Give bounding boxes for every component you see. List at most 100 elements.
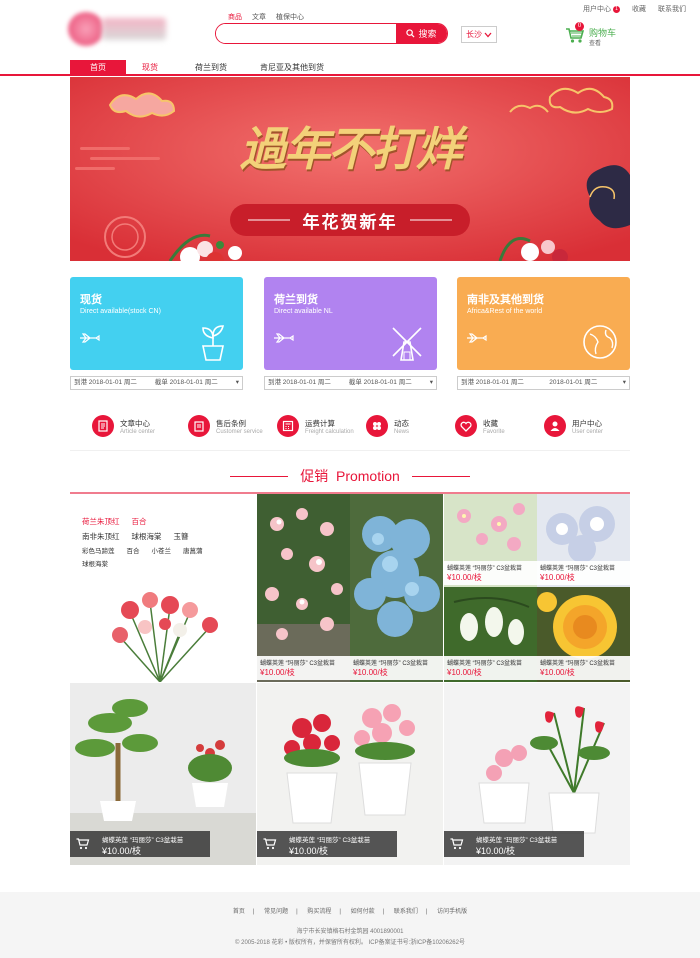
promo-tag[interactable]: 小苍兰	[152, 548, 172, 555]
product-tile-money-tree[interactable]: 蝴蝶英莲 “玛丽莎” C3盆栽苗 ¥10.00/枝	[70, 683, 256, 865]
product-tile-yellow-rose[interactable]: 蝴蝶英莲 “玛丽莎” C3盆栽苗 ¥10.00/枝	[537, 587, 630, 682]
scope-tab-plant-care[interactable]: 植保中心	[276, 12, 304, 22]
footer-link-contact[interactable]: 联系我们	[394, 909, 418, 915]
promo-tag[interactable]: 唐菖蒲	[183, 548, 203, 555]
rose-bush-image	[257, 494, 350, 682]
product-tile-rose-bush[interactable]: 蝴蝶英莲 “玛丽莎” C3盆栽苗 ¥10.00/枝	[257, 494, 350, 682]
favorites-link[interactable]: 收藏	[632, 4, 646, 14]
nav-in-stock[interactable]: 现货	[130, 60, 170, 76]
search-button[interactable]: 搜索	[396, 24, 447, 43]
footer-link-purchase[interactable]: 购买流程	[307, 909, 331, 915]
footer-link-mobile[interactable]: 访问手机版	[437, 909, 467, 915]
footer-copyright: © 2005-2018 花彩 • 版权所有，并保留所有权利。 ICP备案证书号:…	[235, 940, 465, 946]
user-icon	[544, 415, 566, 437]
city-selector[interactable]: 长沙	[461, 26, 497, 43]
product-caption: 蝴蝶英莲 “玛丽莎” C3盆栽苗 ¥10.00/枝	[444, 831, 584, 857]
airplane-icon	[274, 333, 294, 343]
search-bar: 搜索	[215, 23, 448, 44]
nav-kenya-others[interactable]: 肯尼亚及其他到货	[252, 60, 332, 76]
product-tile-pink-blossom[interactable]: 蝴蝶英莲 “玛丽莎” C3盆栽苗 ¥10.00/枝	[444, 494, 537, 587]
document-icon	[92, 415, 114, 437]
hero-banner[interactable]: 過年不打烊 年花贺新年	[70, 77, 630, 261]
quick-links: 文章中心 Article center 售后条例 Customer service …	[70, 405, 630, 451]
product-caption: 蝴蝶英莲 “玛丽莎” C3盆栽苗 ¥10.00/枝	[537, 656, 630, 680]
shopping-cart-icon[interactable]	[263, 838, 277, 850]
search-input[interactable]	[216, 24, 396, 43]
product-caption: 蝴蝶英莲 “玛丽莎” C3盆栽苗 ¥10.00/枝	[257, 831, 397, 857]
promo-tag[interactable]: 百合	[127, 548, 140, 555]
divider	[230, 476, 288, 477]
date-select-africa[interactable]: 到港 2018-01-01 周二 2018-01-01 周二 ▾	[457, 376, 630, 390]
top-right-links: 用户中心 1 收藏 联系我们	[583, 4, 686, 14]
promo-tag[interactable]: 球根海棠	[82, 561, 108, 568]
quick-link-news[interactable]: 动态 News	[366, 415, 409, 437]
cart-count-badge: 0	[575, 22, 584, 31]
product-tile-anthurium[interactable]: 蝴蝶英莲 “玛丽莎” C3盆栽苗 ¥10.00/枝	[444, 683, 630, 865]
promo-tag[interactable]: 荷兰朱顶红	[82, 517, 120, 526]
promo-tag[interactable]: 彩色马蹄莲	[82, 548, 115, 555]
banner-headline: 過年不打烊	[240, 122, 462, 176]
shopping-cart-icon[interactable]	[76, 838, 90, 850]
quick-link-user-center[interactable]: 用户中心 User center	[544, 415, 603, 437]
caret-down-icon: ▾	[235, 379, 239, 386]
footer-address: 海宁市长安镇格石村金筑园 4001890001	[296, 929, 404, 935]
airplane-icon	[467, 333, 487, 343]
notification-badge: 1	[613, 5, 620, 13]
promo-tag[interactable]: 玉簪	[174, 532, 189, 541]
carnation-bouquet-image	[112, 592, 218, 682]
promo-tag[interactable]: 百合	[132, 517, 147, 526]
category-cards: 现货 Direct available(stock CN) 荷兰到货 Direc…	[70, 277, 630, 390]
footer: 首页 | 常见问题 | 购买流程 | 如何付款 | 联系我们 | 访问手机版 海宁市长安镇…	[0, 892, 700, 958]
service-icon	[188, 415, 210, 437]
promo-tags: 荷兰朱顶红 百合 南非朱顶红 球根海棠 玉簪 彩色马蹄莲 百合 小苍兰 唐菖蒲 球根海棠	[82, 514, 215, 571]
promo-category-panel: 荷兰朱顶红 百合 南非朱顶红 球根海棠 玉簪 彩色马蹄莲 百合 小苍兰 唐菖蒲 球根海棠	[70, 494, 256, 682]
product-caption: 蝴蝶英莲 “玛丽莎” C3盆栽苗 ¥10.00/枝	[537, 561, 630, 585]
news-icon	[366, 415, 388, 437]
shopping-cart-icon[interactable]	[450, 838, 464, 850]
product-tile-bleeding-heart[interactable]: 蝴蝶英莲 “玛丽莎” C3盆栽苗 ¥10.00/枝	[444, 587, 537, 682]
card-in-stock[interactable]: 现货 Direct available(stock CN)	[70, 277, 243, 370]
divider	[412, 476, 470, 477]
product-caption: 蝴蝶英莲 “玛丽莎” C3盆栽苗 ¥10.00/枝	[444, 656, 537, 680]
product-caption: 蝴蝶英莲 “玛丽莎” C3盆栽苗 ¥10.00/枝	[70, 831, 210, 857]
quick-link-articles[interactable]: 文章中心 Article center	[92, 415, 155, 437]
heart-icon	[455, 415, 477, 437]
banner-subline: 年花贺新年	[302, 213, 398, 233]
cart-button[interactable]: 0 购物车 查看	[563, 22, 633, 50]
promo-tag[interactable]: 南非朱顶红	[82, 532, 120, 541]
quick-link-service[interactable]: 售后条例 Customer service	[188, 415, 263, 437]
contact-link[interactable]: 联系我们	[658, 4, 686, 14]
chevron-down-icon	[484, 32, 492, 37]
product-caption: 蝴蝶英莲 “玛丽莎” C3盆栽苗 ¥10.00/枝	[444, 561, 537, 585]
windmill-icon	[392, 327, 422, 361]
promotion-heading: 促销 Promotion	[70, 466, 630, 486]
footer-link-faq[interactable]: 常见问题	[264, 909, 288, 915]
scope-tab-articles[interactable]: 文章	[252, 12, 266, 22]
footer-link-payment[interactable]: 如何付款	[351, 909, 375, 915]
search-icon	[406, 29, 415, 38]
footer-links: 首页 | 常见问题 | 购买流程 | 如何付款 | 联系我们 | 访问手机版	[232, 909, 468, 915]
card-africa-others[interactable]: 南非及其他到货 Africa&Rest of the world	[457, 277, 630, 370]
caret-down-icon: ▾	[429, 379, 433, 386]
card-netherlands[interactable]: 荷兰到货 Direct available NL	[264, 277, 437, 370]
globe-icon	[583, 325, 617, 359]
promo-tag[interactable]: 球根海棠	[132, 532, 162, 541]
date-select-netherlands[interactable]: 到港 2018-01-01 周二 截单 2018-01-01 周二 ▾	[264, 376, 437, 390]
nav-netherlands[interactable]: 荷兰到货	[186, 60, 236, 76]
product-tile-azalea[interactable]: 蝴蝶英莲 “玛丽莎” C3盆栽苗 ¥10.00/枝	[257, 683, 443, 865]
caret-down-icon: ▾	[622, 379, 626, 386]
product-tile-hydrangea[interactable]: 蝴蝶英莲 “玛丽莎” C3盆栽苗 ¥10.00/枝	[350, 494, 443, 682]
quick-link-favorite[interactable]: 收藏 Favorite	[455, 415, 505, 437]
footer-link-home[interactable]: 首页	[233, 909, 245, 915]
main-nav: 首页 现货 荷兰到货 肯尼亚及其他到货	[0, 60, 700, 76]
nav-home[interactable]: 首页	[70, 60, 126, 76]
user-center-link[interactable]: 用户中心 1	[583, 4, 620, 14]
product-tile-white-hydrangea[interactable]: 蝴蝶英莲 “玛丽莎” C3盆栽苗 ¥10.00/枝	[537, 494, 630, 587]
scope-tab-goods[interactable]: 商品	[228, 12, 242, 22]
date-select-in-stock[interactable]: 到港 2018-01-01 周二 截单 2018-01-01 周二 ▾	[70, 376, 243, 390]
airplane-icon	[80, 333, 100, 343]
search-scope-tabs: 商品 文章 植保中心	[228, 12, 304, 22]
calculator-icon	[277, 415, 299, 437]
quick-link-freight[interactable]: 运费计算 Freight calculation	[277, 415, 354, 437]
site-logo[interactable]	[68, 8, 168, 50]
